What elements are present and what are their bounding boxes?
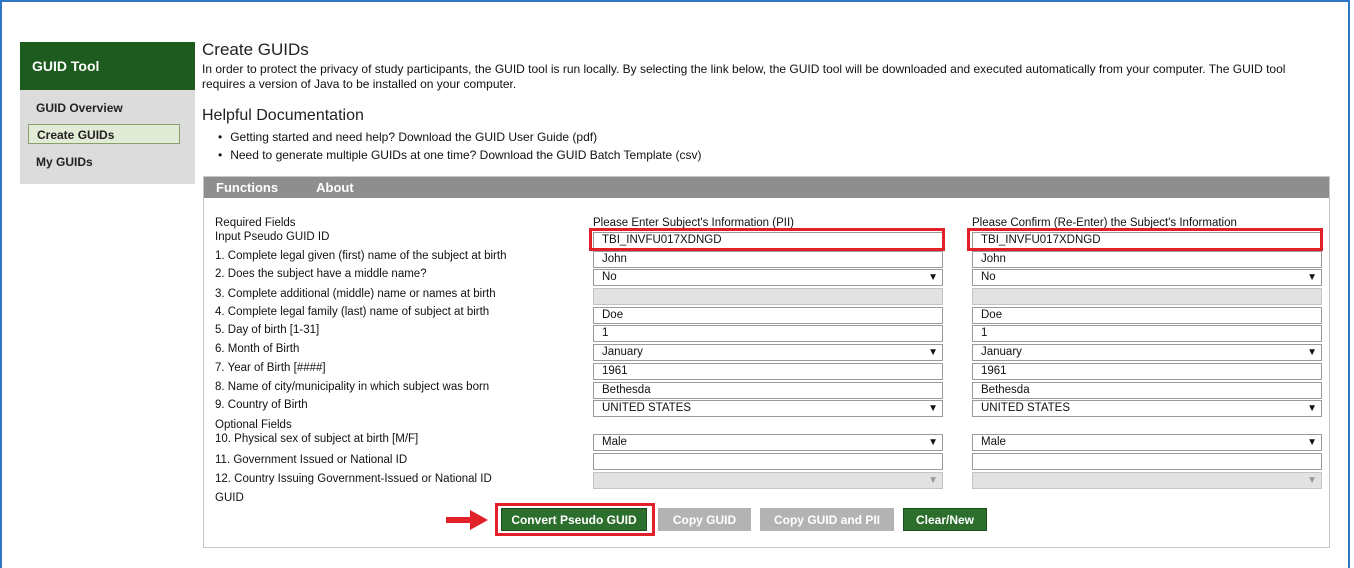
caret-down-icon: ▼	[928, 403, 938, 414]
label-city-of-birth: 8. Name of city/municipality in which su…	[215, 381, 490, 393]
caret-down-icon: ▼	[1307, 437, 1317, 448]
middle-name-select-value: No	[602, 271, 617, 283]
confirm-last-name-input[interactable]: Doe	[972, 307, 1322, 324]
pseudo-guid-highlight	[589, 228, 945, 251]
label-country-of-birth: 9. Country of Birth	[215, 399, 308, 411]
confirm-first-name-input[interactable]: John	[972, 251, 1322, 268]
government-id-input[interactable]	[593, 453, 943, 470]
confirm-government-id-input[interactable]	[972, 453, 1322, 470]
label-month-of-birth: 6. Month of Birth	[215, 343, 300, 355]
optional-fields-label: Optional Fields	[215, 419, 292, 431]
country-select-value: UNITED STATES	[602, 402, 692, 414]
label-day-of-birth: 5. Day of birth [1-31]	[215, 324, 320, 336]
country-of-birth-select[interactable]: UNITED STATES ▼	[593, 400, 943, 417]
documentation-heading: Helpful Documentation	[202, 107, 364, 124]
tab-about[interactable]: About	[316, 180, 354, 195]
confirm-middle-name-select[interactable]: No ▼	[972, 269, 1322, 286]
month-select-value: January	[602, 346, 643, 358]
caret-down-icon: ▼	[1307, 475, 1317, 486]
first-name-input[interactable]: John	[593, 251, 943, 268]
sex-select[interactable]: Male ▼	[593, 434, 943, 451]
confirm-id-country-select[interactable]: ▼	[972, 472, 1322, 489]
confirm-sex-select[interactable]: Male ▼	[972, 434, 1322, 451]
guid-label: GUID	[215, 492, 244, 504]
tab-bar: Functions About	[204, 177, 1329, 198]
month-of-birth-select[interactable]: January ▼	[593, 344, 943, 361]
label-id-country: 12. Country Issuing Government-Issued or…	[215, 473, 492, 485]
sidebar-title: GUID Tool	[20, 42, 195, 90]
doc-link-batch-template[interactable]: Need to generate multiple GUIDs at one t…	[230, 146, 701, 164]
caret-down-icon: ▼	[928, 347, 938, 358]
confirm-middle-name-input[interactable]	[972, 288, 1322, 305]
label-last-name: 4. Complete legal family (last) name of …	[215, 306, 490, 318]
confirm-sex-value: Male	[981, 436, 1006, 448]
middle-name-input[interactable]	[593, 288, 943, 305]
label-middle-name: 3. Complete additional (middle) name or …	[215, 288, 496, 300]
label-pseudo-guid: Input Pseudo GUID ID	[215, 231, 330, 243]
sidebar-item-create-guids[interactable]: Create GUIDs	[28, 124, 180, 144]
documentation-list: Getting started and need help? Download …	[230, 128, 702, 164]
year-of-birth-input[interactable]: 1961	[593, 363, 943, 380]
label-sex: 10. Physical sex of subject at birth [M/…	[215, 433, 419, 445]
confirm-month-of-birth-select[interactable]: January ▼	[972, 344, 1322, 361]
sidebar-item-guid-overview[interactable]: GUID Overview	[28, 98, 180, 118]
sidebar: GUID Tool GUID Overview Create GUIDs My …	[20, 42, 195, 184]
middle-name-select[interactable]: No ▼	[593, 269, 943, 286]
confirm-middle-name-value: No	[981, 271, 996, 283]
copy-guid-and-pii-button[interactable]: Copy GUID and PII	[760, 508, 894, 531]
id-country-select[interactable]: ▼	[593, 472, 943, 489]
red-arrow-icon	[446, 510, 488, 530]
caret-down-icon: ▼	[1307, 347, 1317, 358]
confirm-country-value: UNITED STATES	[981, 402, 1071, 414]
last-name-input[interactable]: Doe	[593, 307, 943, 324]
label-government-id: 11. Government Issued or National ID	[215, 454, 408, 466]
city-of-birth-input[interactable]: Bethesda	[593, 382, 943, 399]
caret-down-icon: ▼	[1307, 272, 1317, 283]
confirm-day-of-birth-input[interactable]: 1	[972, 325, 1322, 342]
sidebar-item-my-guids[interactable]: My GUIDs	[28, 152, 180, 172]
day-of-birth-input[interactable]: 1	[593, 325, 943, 342]
clear-new-button[interactable]: Clear/New	[903, 508, 987, 531]
caret-down-icon: ▼	[928, 272, 938, 283]
intro-text: In order to protect the privacy of study…	[202, 62, 1286, 91]
confirm-month-value: January	[981, 346, 1022, 358]
confirm-year-of-birth-input[interactable]: 1961	[972, 363, 1322, 380]
label-year-of-birth: 7. Year of Birth [####]	[215, 362, 326, 374]
label-first-name: 1. Complete legal given (first) name of …	[215, 250, 507, 262]
page-title: Create GUIDs	[202, 40, 309, 59]
tab-functions[interactable]: Functions	[216, 180, 278, 195]
confirm-country-of-birth-select[interactable]: UNITED STATES ▼	[972, 400, 1322, 417]
caret-down-icon: ▼	[1307, 403, 1317, 414]
copy-guid-button[interactable]: Copy GUID	[658, 508, 751, 531]
label-middle-name-question: 2. Does the subject have a middle name?	[215, 268, 427, 280]
doc-link-user-guide[interactable]: Getting started and need help? Download …	[230, 128, 702, 146]
sex-select-value: Male	[602, 436, 627, 448]
required-fields-label: Required Fields	[215, 217, 296, 229]
caret-down-icon: ▼	[928, 437, 938, 448]
confirm-city-of-birth-input[interactable]: Bethesda	[972, 382, 1322, 399]
confirm-pseudo-guid-highlight	[967, 228, 1323, 251]
caret-down-icon: ▼	[928, 475, 938, 486]
convert-pseudo-guid-button[interactable]: Convert Pseudo GUID	[501, 508, 647, 531]
